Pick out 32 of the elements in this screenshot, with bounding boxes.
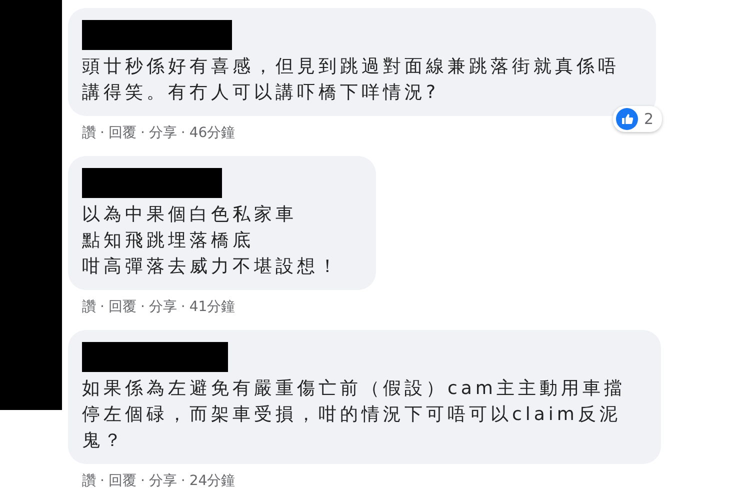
separator-dot: ·	[100, 125, 104, 141]
like-link[interactable]: 讚	[82, 472, 96, 490]
separator-dot: ·	[140, 125, 145, 141]
comment-time: 41分鐘	[189, 298, 236, 316]
separator-dot: ·	[100, 473, 104, 489]
comment-text: 鬼？	[82, 429, 126, 453]
separator-dot: ·	[180, 299, 186, 315]
separator-dot: ·	[180, 473, 186, 489]
share-link[interactable]: 分享	[148, 124, 177, 142]
separator-dot: ·	[140, 473, 145, 489]
reaction-badge[interactable]: 2	[612, 106, 662, 132]
share-link[interactable]: 分享	[148, 298, 177, 316]
thumbs-up-icon	[616, 108, 638, 130]
separator-dot: ·	[140, 299, 145, 315]
reaction-count: 2	[644, 110, 654, 128]
reply-link[interactable]: 回覆	[108, 298, 136, 316]
share-link[interactable]: 分享	[148, 472, 177, 490]
comment-text: 講得笑。有冇人可以講吓橋下咩情況?	[82, 81, 440, 105]
comment-text: 頭廿秒係好有喜感，但見到跳過對面線兼跳落街就真係唔	[82, 55, 620, 79]
comment-time: 24分鐘	[189, 472, 236, 490]
like-link[interactable]: 讚	[82, 298, 96, 316]
comment-text: 以為中果個白色私家車	[82, 203, 298, 227]
comment-text: 點知飛跳埋落橋底	[82, 229, 255, 253]
separator-dot: ·	[100, 299, 104, 315]
comment-text: 停左個碌，而架車受損，咁的情況下可唔可以claim反泥	[82, 403, 622, 427]
reply-link[interactable]: 回覆	[108, 124, 136, 142]
reply-link[interactable]: 回覆	[108, 472, 136, 490]
separator-dot: ·	[180, 125, 186, 141]
comment-time: 46分鐘	[189, 124, 236, 142]
comment-text: 咁高彈落去威力不堪設想！	[82, 255, 340, 279]
like-link[interactable]: 讚	[82, 124, 96, 142]
comment-text: 如果係為左避免有嚴重傷亡前（假設）cam主主動用車擋	[82, 377, 626, 401]
